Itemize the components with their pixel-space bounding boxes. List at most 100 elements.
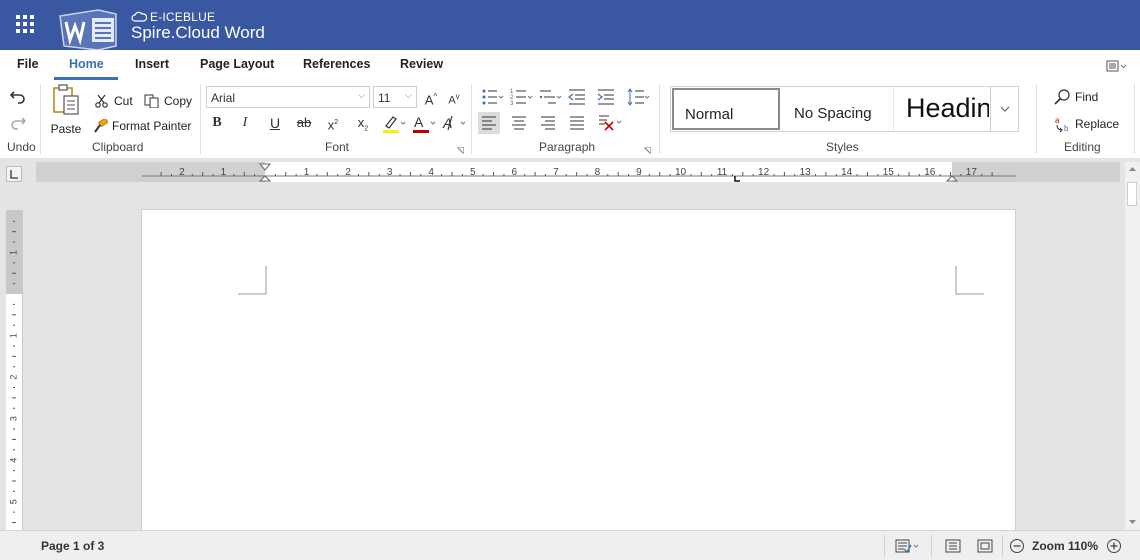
ruler-label: 5 <box>8 499 18 504</box>
ruler-label: 2 <box>8 375 18 380</box>
styles-more-button[interactable] <box>990 87 1018 131</box>
svg-text:A: A <box>414 114 424 130</box>
style-heading[interactable]: Headin <box>893 88 989 130</box>
underline-icon[interactable]: U <box>264 112 286 134</box>
shrink-font-icon[interactable]: Av <box>443 86 465 108</box>
font-dialog-launcher-icon[interactable] <box>457 147 464 154</box>
group-divider <box>471 84 472 154</box>
line-spacing-icon[interactable] <box>626 87 650 107</box>
ruler-label: 2 <box>179 167 185 178</box>
multilevel-list-icon[interactable] <box>539 87 563 107</box>
style-heading-label: Headin <box>906 93 989 123</box>
copy-button[interactable]: Copy <box>144 94 192 108</box>
tab-references[interactable]: References <box>303 57 370 71</box>
status-divider <box>931 535 932 557</box>
product-name: Spire.Cloud Word <box>131 23 265 42</box>
font-color-icon[interactable]: A <box>410 114 438 134</box>
ruler-label: 5 <box>470 167 476 178</box>
paragraph-dialog-launcher-icon[interactable] <box>644 147 651 154</box>
proofing-icon[interactable] <box>894 537 922 555</box>
svg-text:b: b <box>1064 124 1069 133</box>
scroll-up-icon[interactable] <box>1128 166 1137 172</box>
ruler-label: 13 <box>800 167 812 178</box>
word-logo-icon <box>59 9 117 50</box>
bold-icon[interactable]: B <box>206 112 228 134</box>
font-size-select[interactable]: 11 ⌵ <box>373 86 417 108</box>
justify-icon[interactable] <box>566 112 588 134</box>
group-divider <box>1036 84 1037 154</box>
tab-file[interactable]: File <box>17 57 39 71</box>
align-left-button[interactable] <box>478 112 500 134</box>
ruler-label: 1 <box>8 250 18 255</box>
undo-group-label: Undo <box>7 140 36 154</box>
vertical-ruler[interactable]: 1 1 2 3 4 5 <box>6 210 23 530</box>
decrease-indent-icon[interactable] <box>566 87 590 107</box>
ruler-label: 12 <box>758 167 770 178</box>
scrollbar-thumb[interactable] <box>1127 182 1137 206</box>
svg-text:a: a <box>1055 116 1060 125</box>
svg-text:3: 3 <box>510 101 514 107</box>
status-divider <box>884 535 885 557</box>
paste-button[interactable]: Paste <box>48 84 84 138</box>
styles-group-label: Styles <box>826 140 859 154</box>
bullet-list-icon[interactable] <box>481 87 505 107</box>
margin-marker-top-right <box>955 266 984 295</box>
highlight-color-icon[interactable] <box>380 114 408 134</box>
font-family-value: Arial <box>211 91 236 105</box>
horizontal-ruler[interactable]: 2 1 1 2 3 4 5 6 7 8 9 10 11 12 13 14 15 16 17 <box>36 162 1120 182</box>
ruler-label: 11 <box>717 167 728 178</box>
redo-icon[interactable] <box>10 116 26 130</box>
italic-icon[interactable]: I <box>234 112 256 134</box>
tab-stop-selector[interactable] <box>6 166 22 182</box>
document-page[interactable] <box>141 209 1016 539</box>
style-normal[interactable]: Normal <box>672 88 780 130</box>
scissors-icon <box>95 94 108 108</box>
vertical-scrollbar[interactable] <box>1125 162 1140 530</box>
ruler-label: 16 <box>924 167 936 178</box>
paste-label: Paste <box>50 122 82 136</box>
horizontal-ruler-area: 2 1 1 2 3 4 5 6 7 8 9 10 11 12 13 14 15 16 17 <box>0 158 1140 186</box>
cut-label: Cut <box>114 94 133 108</box>
ruler-label: 9 <box>636 167 642 178</box>
tab-home[interactable]: Home <box>69 57 104 71</box>
view-options-icon[interactable] <box>1106 59 1128 73</box>
ruler-label: 17 <box>966 167 978 178</box>
align-center-icon[interactable] <box>508 112 530 134</box>
web-layout-icon[interactable] <box>976 537 994 555</box>
margin-marker-top-left <box>238 266 267 295</box>
superscript-icon[interactable]: x2 <box>322 112 344 134</box>
ruler-label: 2 <box>345 167 351 178</box>
align-right-icon[interactable] <box>537 112 559 134</box>
ruler-label: 3 <box>8 416 18 421</box>
scroll-down-icon[interactable] <box>1128 519 1137 525</box>
find-button[interactable]: Find <box>1054 88 1098 106</box>
chevron-down-icon: ⌵ <box>358 90 365 100</box>
format-painter-button[interactable]: Format Painter <box>93 119 191 133</box>
increase-indent-icon[interactable] <box>595 87 619 107</box>
numbered-list-icon[interactable]: 123 <box>510 87 534 107</box>
style-no-spacing[interactable]: No Spacing <box>782 88 890 130</box>
strikethrough-icon[interactable]: ab <box>293 112 315 134</box>
ruler-label: 6 <box>512 167 518 178</box>
cut-button[interactable]: Cut <box>95 94 133 108</box>
zoom-out-icon[interactable] <box>1009 538 1025 554</box>
clear-format-icon[interactable]: A <box>440 114 468 134</box>
copy-label: Copy <box>164 94 193 108</box>
font-family-select[interactable]: Arial ⌵ <box>206 86 370 108</box>
tab-insert[interactable]: Insert <box>135 57 169 71</box>
app-window: E-ICEBLUE Spire.Cloud Word File Home Ins… <box>0 0 1140 560</box>
ruler-label: 7 <box>553 167 559 178</box>
grow-font-icon[interactable]: A^ <box>420 86 442 108</box>
app-launcher-icon[interactable] <box>16 15 36 35</box>
print-layout-icon[interactable] <box>944 537 962 555</box>
tab-page-layout[interactable]: Page Layout <box>200 57 274 71</box>
undo-icon[interactable] <box>10 90 26 104</box>
tab-review[interactable]: Review <box>400 57 443 71</box>
replace-button[interactable]: a b Replace <box>1054 115 1119 133</box>
ruler-label: 4 <box>8 458 18 463</box>
zoom-in-icon[interactable] <box>1106 538 1122 554</box>
subscript-icon[interactable]: x2 <box>352 112 374 134</box>
clear-paragraph-format-icon[interactable] <box>597 113 625 133</box>
font-size-value: 11 <box>378 91 391 105</box>
brand-name: E-ICEBLUE <box>150 10 216 24</box>
